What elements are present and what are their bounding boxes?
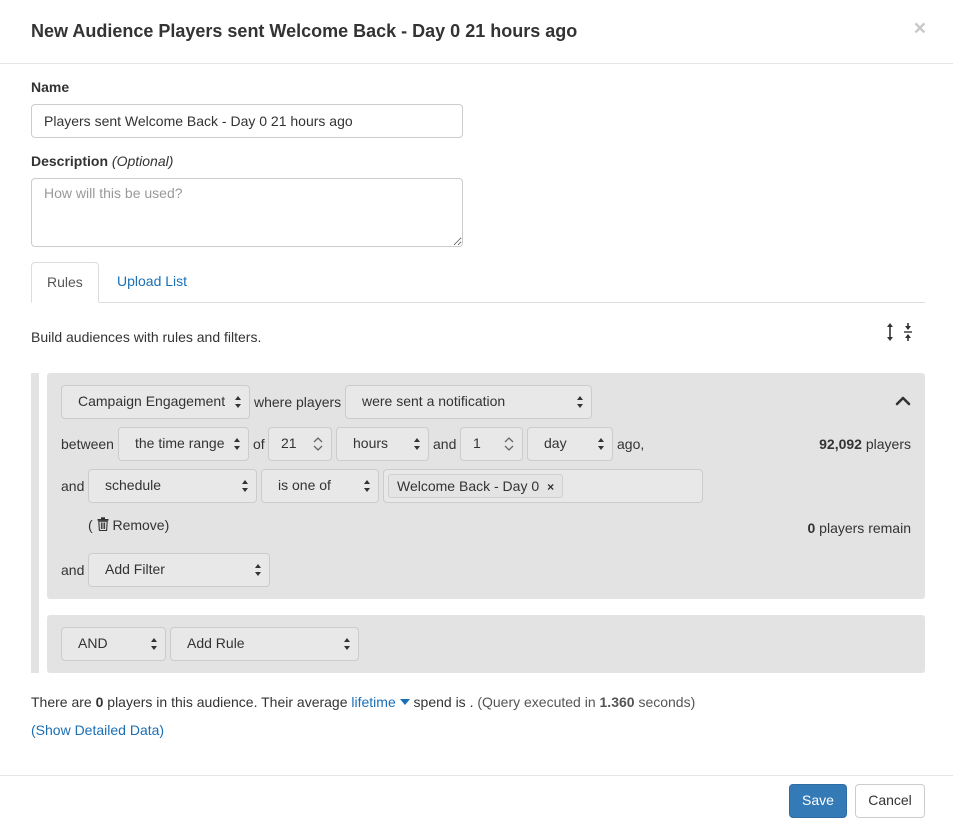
players-remain-stat: 0 players remain: [807, 520, 911, 536]
to-value-input[interactable]: 1: [460, 427, 523, 461]
logic-operator-value: AND: [78, 635, 108, 651]
modal-title: New Audience Players sent Welcome Back -…: [31, 21, 578, 41]
query-prefix: (Query executed in: [477, 694, 600, 710]
select-caret-icon: [242, 480, 248, 492]
remain-label: players remain: [819, 520, 911, 536]
rules-help-text: Build audiences with rules and filters.: [31, 329, 262, 345]
audience-summary: There are 0 players in this audience. Th…: [31, 694, 695, 710]
rule-type-value: Campaign Engagement: [78, 393, 226, 409]
filter-value-tag-label: Welcome Back - Day 0: [397, 478, 540, 494]
stepper-icon[interactable]: [313, 436, 323, 452]
rule-group-bar: [31, 373, 39, 673]
select-caret-icon: [234, 438, 240, 450]
of-text: of: [253, 436, 265, 452]
show-detailed-data-link[interactable]: (Show Detailed Data): [31, 722, 164, 738]
select-caret-icon: [577, 396, 583, 408]
stepper-icon[interactable]: [504, 436, 514, 452]
trash-icon: [97, 517, 109, 532]
select-caret-icon: [255, 564, 261, 576]
filter-field-value: schedule: [105, 477, 162, 493]
ago-text: ago,: [617, 436, 645, 452]
description-label-text: Description: [31, 153, 109, 169]
players-label: players: [865, 436, 911, 452]
filter-and-text: and: [61, 478, 85, 494]
from-unit-value: hours: [353, 435, 389, 451]
time-range-value: the time range: [135, 435, 225, 451]
metric-dropdown[interactable]: lifetime: [351, 694, 410, 710]
from-value: 21: [281, 435, 297, 451]
select-caret-icon: [414, 438, 420, 450]
chevron-up-icon[interactable]: [895, 393, 911, 407]
and-text: and: [433, 436, 457, 452]
select-caret-icon: [364, 480, 370, 492]
remove-filter-link[interactable]: ( Remove): [88, 517, 169, 533]
select-caret-icon: [151, 638, 157, 650]
filter-operator-value: is one of: [278, 477, 331, 493]
query-time: 1.360: [599, 694, 635, 710]
to-value: 1: [473, 435, 481, 451]
filter-field-select[interactable]: schedule: [88, 469, 257, 503]
time-range-select[interactable]: the time range: [118, 427, 249, 461]
footer-divider: [0, 775, 953, 776]
remove-tag-icon[interactable]: ×: [547, 480, 554, 494]
from-unit-select[interactable]: hours: [336, 427, 429, 461]
remove-label: Remove): [112, 517, 170, 533]
filter-operator-select[interactable]: is one of: [261, 469, 379, 503]
metric-label: lifetime: [351, 694, 396, 710]
description-textarea[interactable]: [31, 178, 463, 247]
remain-count: 0: [807, 520, 816, 536]
where-players-text: where players: [254, 394, 342, 410]
tab-upload-list[interactable]: Upload List: [102, 262, 202, 303]
filter-value-tag: Welcome Back - Day 0 ×: [388, 474, 564, 498]
to-unit-value: day: [544, 435, 567, 451]
close-icon[interactable]: ×: [914, 18, 926, 39]
from-value-input[interactable]: 21: [268, 427, 332, 461]
save-button[interactable]: Save: [789, 784, 847, 818]
modal-header: New Audience Players sent Welcome Back -…: [0, 0, 953, 64]
add-filter-select[interactable]: Add Filter: [88, 553, 270, 587]
add-rule-select[interactable]: Add Rule: [170, 627, 359, 661]
select-caret-icon: [598, 438, 604, 450]
description-label: Description (Optional): [31, 153, 173, 169]
players-count: 92,092: [819, 436, 862, 452]
add-rule-value: Add Rule: [187, 635, 245, 651]
summary-middle: players in this audience. Their average: [103, 694, 352, 710]
description-optional-text: (Optional): [111, 153, 174, 169]
tab-rules[interactable]: Rules: [31, 262, 99, 303]
name-input[interactable]: [31, 104, 463, 138]
players-count-stat: 92,092 players: [819, 436, 911, 452]
select-caret-icon: [344, 638, 350, 650]
action-select[interactable]: were sent a notification: [345, 385, 592, 419]
expand-collapse-all-icon[interactable]: [884, 321, 914, 343]
between-text: between: [61, 436, 114, 452]
query-time-text: (Query executed in 1.360 seconds): [477, 694, 695, 710]
name-label: Name: [31, 79, 70, 95]
select-caret-icon: [235, 396, 241, 408]
cancel-button[interactable]: Cancel: [855, 784, 925, 818]
add-filter-and-text: and: [61, 562, 85, 578]
add-filter-value: Add Filter: [105, 561, 165, 577]
summary-prefix: There are: [31, 694, 96, 710]
caret-down-icon: [399, 699, 410, 705]
to-unit-select[interactable]: day: [527, 427, 613, 461]
logic-operator-select[interactable]: AND: [61, 627, 166, 661]
summary-suffix: spend is .: [409, 694, 478, 710]
query-suffix: seconds): [634, 694, 696, 710]
remove-open-paren: (: [88, 517, 93, 533]
filter-values-input[interactable]: Welcome Back - Day 0 ×: [383, 469, 703, 503]
rule-type-select[interactable]: Campaign Engagement: [61, 385, 250, 419]
action-value: were sent a notification: [362, 393, 506, 409]
